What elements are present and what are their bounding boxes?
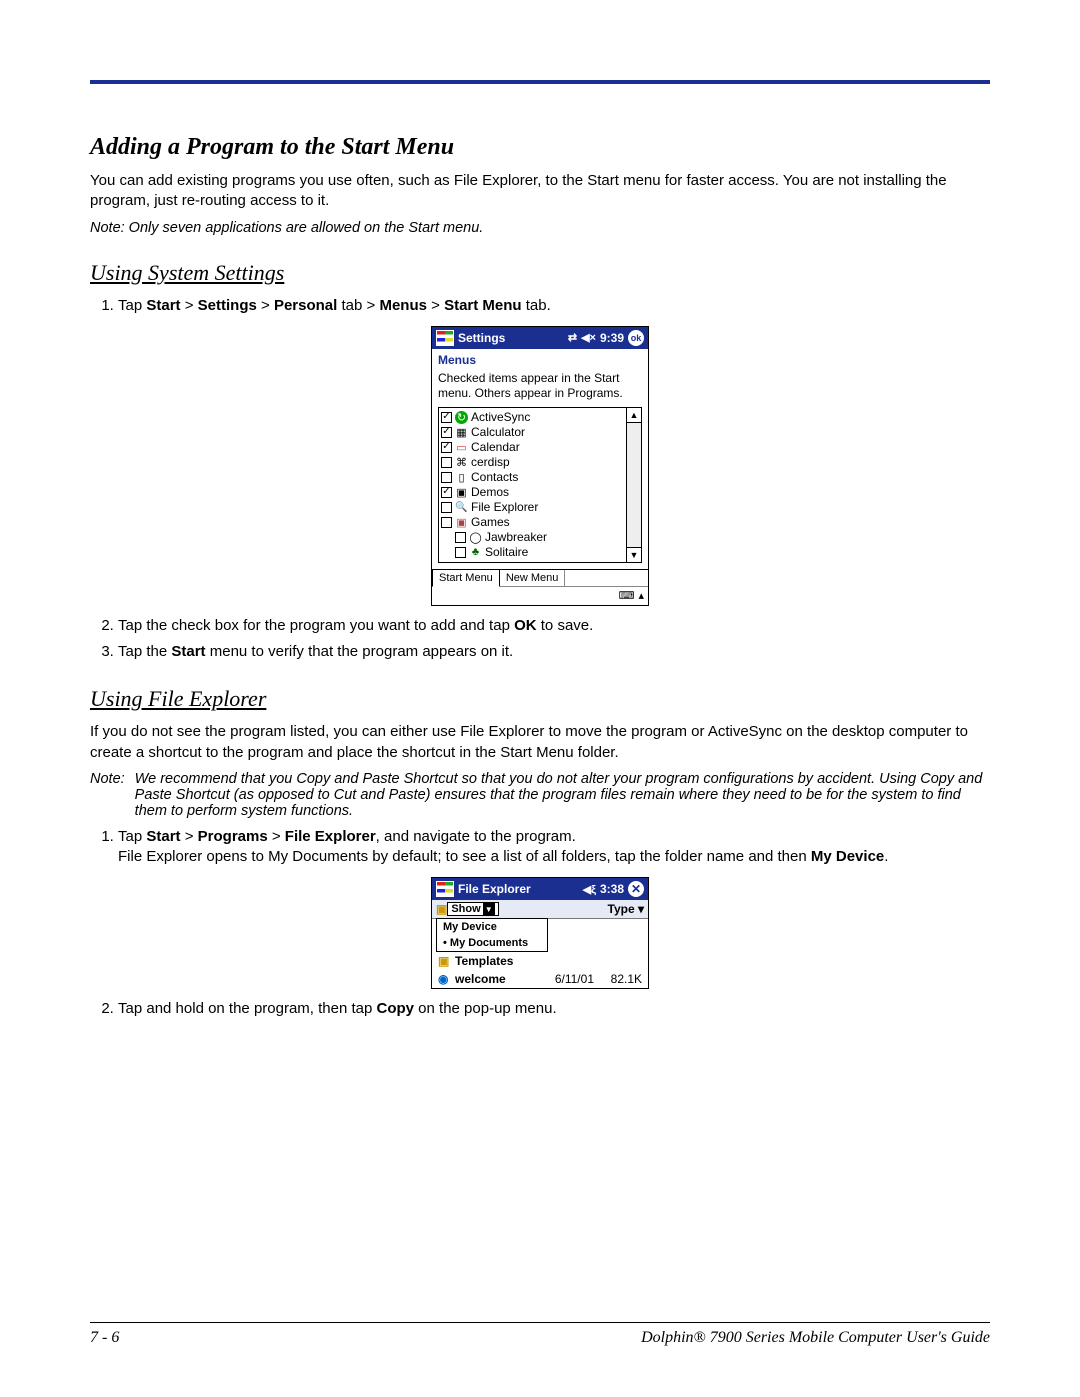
calendar-icon xyxy=(455,441,468,454)
calculator-icon xyxy=(455,426,468,439)
program-list: ↻ActiveSync Calculator Calendar cerdisp … xyxy=(438,407,642,563)
checkbox[interactable] xyxy=(441,412,452,423)
file-explorer-icon xyxy=(455,501,468,514)
bottom-bar: ⌨▴ xyxy=(432,586,648,605)
menu-my-documents[interactable]: • My Documents xyxy=(437,935,547,951)
checkbox[interactable] xyxy=(441,502,452,513)
html-file-icon: ◉ xyxy=(438,972,452,986)
show-dropdown[interactable]: Show ▼ xyxy=(447,902,498,916)
list-item[interactable]: Demos xyxy=(441,485,624,500)
menus-description: Checked items appear in the Start menu. … xyxy=(432,369,648,407)
folder-dropdown-menu[interactable]: My Device • My Documents xyxy=(436,918,548,952)
tab-start-menu[interactable]: Start Menu xyxy=(432,570,500,587)
list-item[interactable]: Contacts xyxy=(441,470,624,485)
fe-step-2: Tap and hold on the program, then tap Co… xyxy=(118,999,990,1019)
solitaire-icon xyxy=(469,546,482,559)
checkbox[interactable] xyxy=(441,442,452,453)
scrollbar[interactable]: ▲ ▼ xyxy=(626,408,641,562)
steps-file-explorer-cont: Tap and hold on the program, then tap Co… xyxy=(90,999,990,1019)
fe-step-1: Tap Start > Programs > File Explorer, an… xyxy=(118,827,990,868)
cerdisp-icon xyxy=(455,456,468,469)
folder-icon: ▣ xyxy=(438,954,452,968)
activesync-icon: ↻ xyxy=(455,411,468,424)
tab-new-menu[interactable]: New Menu xyxy=(500,570,566,586)
list-item[interactable]: Calculator xyxy=(441,425,624,440)
note-copy-paste: Note: We recommend that you Copy and Pas… xyxy=(90,771,990,819)
windows-flag-icon xyxy=(436,330,454,346)
fe-row-welcome[interactable]: ◉ welcome 6/11/01 82.1K xyxy=(432,970,648,988)
guide-title: Dolphin® 7900 Series Mobile Computer Use… xyxy=(641,1329,990,1347)
list-item[interactable]: Solitaire xyxy=(441,545,624,560)
steps-system-settings-cont: Tap the check box for the program you wa… xyxy=(90,616,990,663)
clock: 9:39 xyxy=(600,331,624,345)
windows-flag-icon xyxy=(436,881,454,897)
tab-bar: Start Menu New Menu xyxy=(432,569,648,586)
keyboard-icon[interactable]: ⌨ xyxy=(619,589,635,602)
list-item[interactable]: ↻ActiveSync xyxy=(441,410,624,425)
checkbox[interactable] xyxy=(441,457,452,468)
checkbox[interactable] xyxy=(441,427,452,438)
list-item[interactable]: File Explorer xyxy=(441,500,624,515)
menus-label: Menus xyxy=(432,349,648,369)
fe-toolbar: ▣ Show ▼ Type ▾ xyxy=(432,900,648,919)
chevron-down-icon: ▾ xyxy=(638,902,644,916)
connectivity-icon: ⇄ xyxy=(568,331,577,344)
list-item[interactable]: Games xyxy=(441,515,624,530)
clock: 3:38 xyxy=(600,882,624,896)
list-item[interactable]: cerdisp xyxy=(441,455,624,470)
demos-icon xyxy=(455,486,468,499)
heading-system-settings: Using System Settings xyxy=(90,260,990,286)
close-button[interactable]: ✕ xyxy=(628,881,644,897)
heading-adding-program: Adding a Program to the Start Menu xyxy=(90,134,990,161)
checkbox[interactable] xyxy=(441,472,452,483)
speaker-icon: ◀× xyxy=(581,331,596,344)
scroll-down-icon[interactable]: ▼ xyxy=(627,547,641,562)
intro-paragraph: You can add existing programs you use of… xyxy=(90,171,990,212)
file-explorer-screenshot: File Explorer ◀ξ 3:38 ✕ ▣ Show ▼ Type ▾ … xyxy=(431,877,649,989)
file-date: 6/11/01 xyxy=(555,972,594,986)
file-size: 82.1K xyxy=(594,972,642,986)
step-2: Tap the check box for the program you wa… xyxy=(118,616,990,636)
file-explorer-intro: If you do not see the program listed, yo… xyxy=(90,722,990,763)
ok-button[interactable]: ok xyxy=(628,330,644,346)
checkbox[interactable] xyxy=(455,532,466,543)
checkbox[interactable] xyxy=(441,517,452,528)
chevron-up-icon[interactable]: ▴ xyxy=(638,589,644,602)
menu-my-device[interactable]: My Device xyxy=(437,919,547,935)
speaker-icon: ◀ξ xyxy=(583,883,596,896)
fe-row-templates[interactable]: ▣ Templates xyxy=(432,952,648,970)
heading-file-explorer: Using File Explorer xyxy=(90,686,990,712)
page-footer: 7 - 6 Dolphin® 7900 Series Mobile Comput… xyxy=(90,1322,990,1347)
top-rule xyxy=(90,80,990,84)
folder-icon: ▣ xyxy=(436,902,447,916)
step-3: Tap the Start menu to verify that the pr… xyxy=(118,642,990,662)
contacts-icon xyxy=(455,471,468,484)
page-number: 7 - 6 xyxy=(90,1329,119,1347)
list-item[interactable]: Calendar xyxy=(441,440,624,455)
note-seven-apps: Note: Only seven applications are allowe… xyxy=(90,220,990,236)
step-1: Tap Start > Settings > Personal tab > Me… xyxy=(118,296,990,316)
type-sort[interactable]: Type ▾ xyxy=(608,902,645,916)
chevron-down-icon: ▼ xyxy=(483,903,495,915)
scroll-up-icon[interactable]: ▲ xyxy=(627,408,641,423)
checkbox[interactable] xyxy=(455,547,466,558)
settings-screenshot: Settings ⇄ ◀× 9:39 ok Menus Checked item… xyxy=(431,326,649,606)
steps-file-explorer: Tap Start > Programs > File Explorer, an… xyxy=(90,827,990,868)
fe-title: File Explorer xyxy=(458,882,531,896)
fe-titlebar: File Explorer ◀ξ 3:38 ✕ xyxy=(432,878,648,900)
games-icon xyxy=(455,516,468,529)
settings-title: Settings xyxy=(458,331,505,345)
jawbreaker-icon xyxy=(469,531,482,544)
settings-titlebar: Settings ⇄ ◀× 9:39 ok xyxy=(432,327,648,349)
list-item[interactable]: Jawbreaker xyxy=(441,530,624,545)
steps-system-settings: Tap Start > Settings > Personal tab > Me… xyxy=(90,296,990,316)
checkbox[interactable] xyxy=(441,487,452,498)
